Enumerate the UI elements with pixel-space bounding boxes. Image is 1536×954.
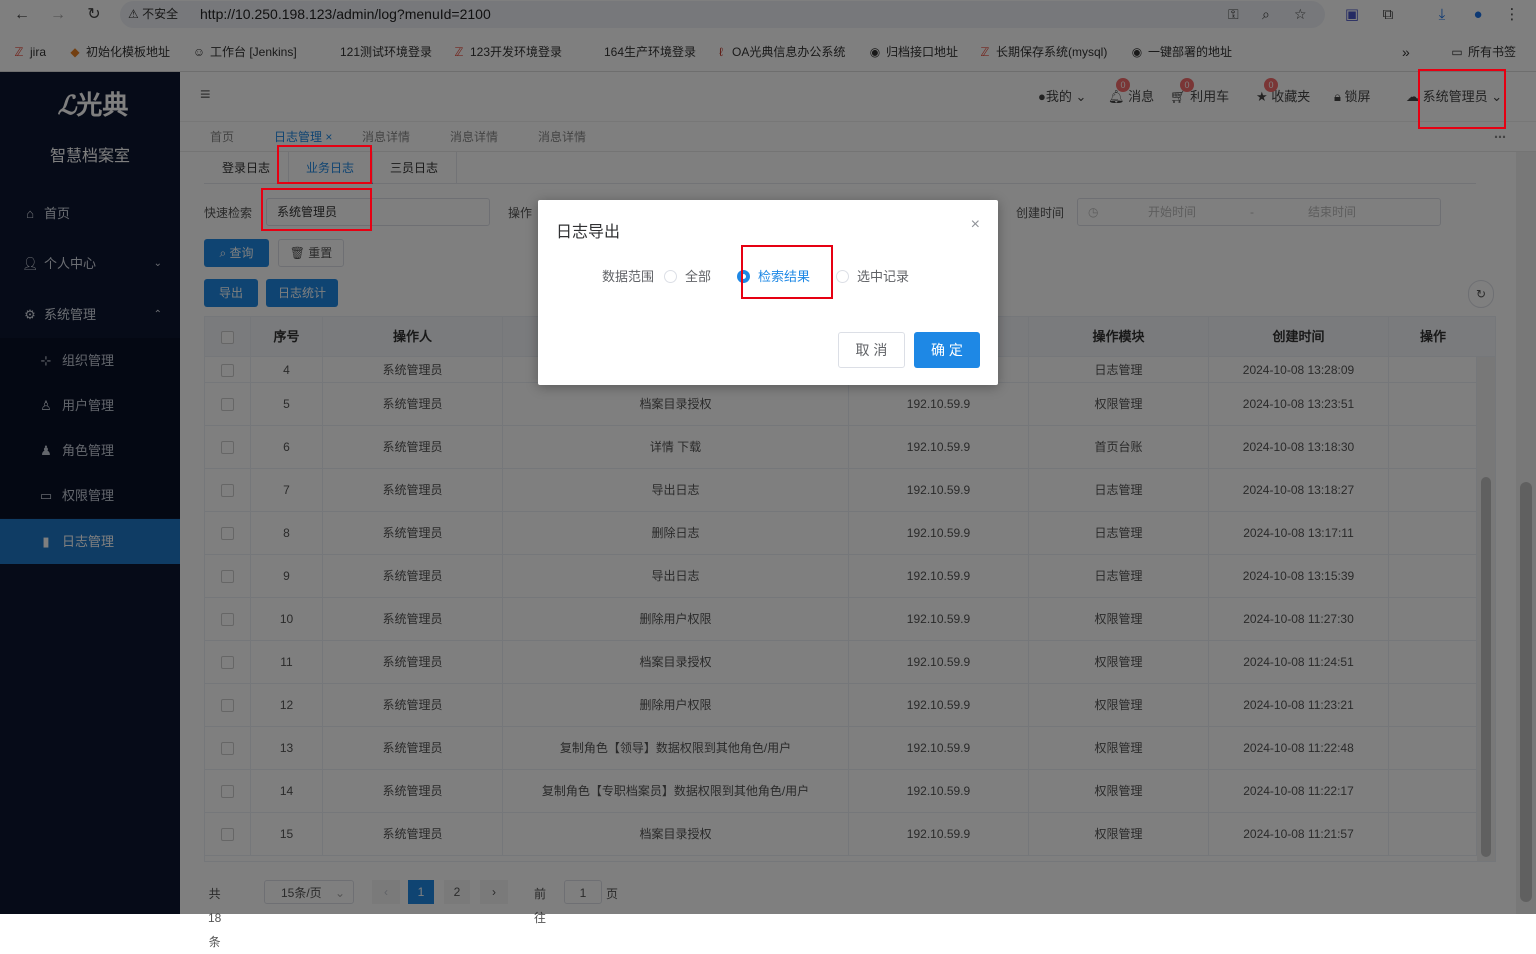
highlight-search-results-radio [741, 245, 833, 299]
range-label: 数据范围 [602, 269, 655, 284]
dialog-title: 日志导出 [556, 224, 621, 241]
highlight-business-tab [277, 145, 372, 184]
radio-all[interactable]: 全部 [664, 266, 711, 285]
highlight-user-menu [1418, 69, 1506, 129]
confirm-button[interactable]: 确 定 [914, 332, 980, 368]
modal-overlay[interactable] [0, 0, 1536, 914]
cancel-button[interactable]: 取 消 [838, 332, 905, 368]
radio-selected-records[interactable]: 选中记录 [836, 266, 909, 285]
highlight-search-input [261, 188, 372, 231]
close-icon[interactable]: × [971, 216, 980, 234]
